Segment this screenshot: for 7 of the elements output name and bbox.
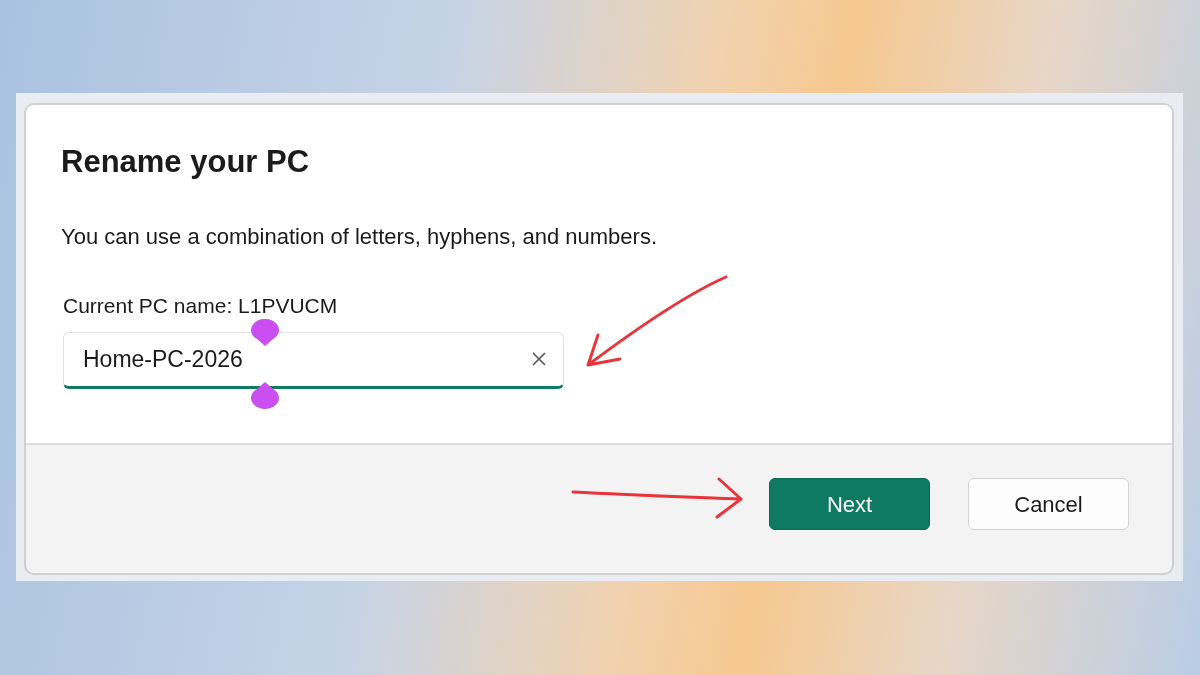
next-button[interactable]: Next <box>769 478 930 530</box>
clear-icon[interactable] <box>531 351 547 368</box>
cancel-button[interactable]: Cancel <box>968 478 1129 530</box>
description-text: You can use a combination of letters, hyphens, and numbers. <box>61 223 658 252</box>
dialog-title: Rename your PC <box>61 143 311 181</box>
current-name-label: Current PC name: L1PVUCM <box>63 293 339 320</box>
name-input-field[interactable]: Home-PC-2026 <box>63 331 564 389</box>
